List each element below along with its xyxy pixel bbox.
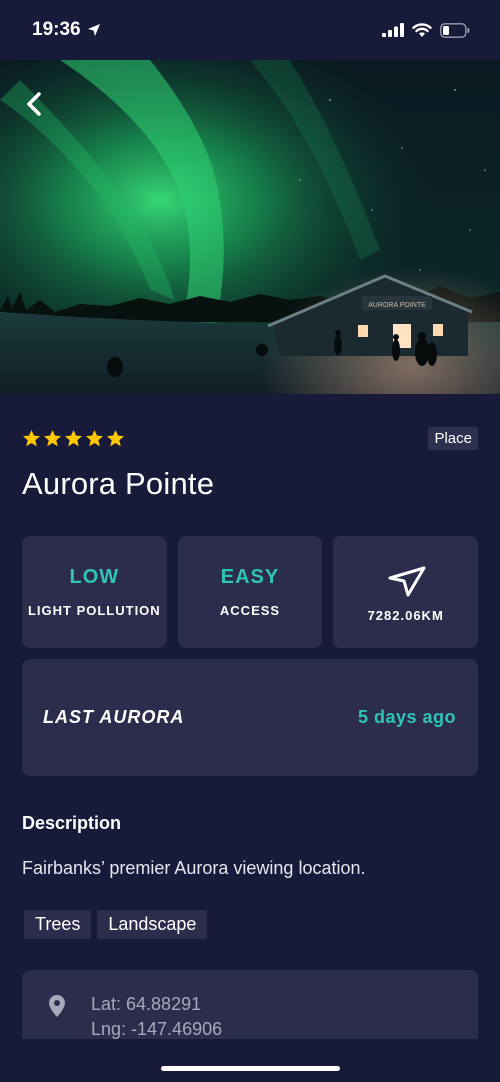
star-icon bbox=[106, 429, 125, 446]
status-time-group: 19:36 bbox=[32, 19, 101, 41]
last-aurora-card: LAST AURORA 5 days ago bbox=[22, 659, 478, 776]
star-icon bbox=[22, 429, 41, 446]
navigation-arrow-icon bbox=[388, 566, 426, 596]
wifi-icon bbox=[412, 22, 432, 37]
light-pollution-card: LOW LIGHT POLLUTION bbox=[22, 536, 167, 648]
battery-icon bbox=[440, 22, 470, 38]
light-pollution-label: LIGHT POLLUTION bbox=[27, 603, 161, 618]
star-icon bbox=[64, 429, 83, 446]
tag-trees[interactable]: Trees bbox=[24, 910, 92, 939]
signal-icon bbox=[382, 23, 404, 37]
star-icon bbox=[85, 429, 104, 446]
latitude-text: Lat: 64.88291 bbox=[91, 994, 202, 1014]
access-label: ACCESS bbox=[219, 603, 281, 618]
star-icon bbox=[43, 429, 62, 446]
last-aurora-label: LAST AURORA bbox=[43, 707, 185, 727]
access-value: EASY bbox=[220, 566, 280, 588]
stats-cards: LOW LIGHT POLLUTION EASY ACCESS 7282.06K… bbox=[22, 536, 479, 648]
bottom-safe-area bbox=[0, 1039, 500, 1082]
map-pin-icon bbox=[49, 995, 65, 1017]
last-aurora-value: 5 days ago bbox=[357, 707, 456, 727]
aurora-photo: AURORA POINTE bbox=[0, 60, 500, 394]
light-pollution-value: LOW bbox=[69, 566, 120, 588]
chevron-left-icon bbox=[27, 92, 41, 116]
place-type-badge: Place bbox=[428, 426, 478, 450]
status-icons bbox=[382, 22, 470, 38]
description-heading: Description bbox=[22, 813, 122, 833]
star-rating bbox=[22, 429, 125, 448]
home-indicator[interactable] bbox=[161, 1066, 340, 1071]
rating-row: Place bbox=[22, 426, 478, 450]
tag-landscape[interactable]: Landscape bbox=[97, 910, 208, 939]
location-arrow-icon bbox=[87, 24, 100, 36]
status-bar: 19:36 bbox=[0, 0, 500, 60]
cabin-sign-text: AURORA POINTE bbox=[368, 302, 426, 309]
back-button[interactable] bbox=[18, 88, 50, 120]
place-title: Aurora Pointe bbox=[22, 466, 215, 501]
hero-image: AURORA POINTE bbox=[0, 60, 500, 394]
access-card: EASY ACCESS bbox=[177, 536, 323, 648]
distance-card[interactable]: 7282.06KM bbox=[333, 536, 479, 648]
description-text: Fairbanks’ premier Aurora viewing locati… bbox=[22, 858, 366, 878]
distance-label: 7282.06KM bbox=[367, 607, 444, 623]
tag-list: Trees Landscape bbox=[24, 910, 208, 939]
coordinates: Lat: 64.88291 Lng: -147.46906 bbox=[91, 992, 222, 1042]
status-time: 19:36 bbox=[32, 19, 81, 40]
